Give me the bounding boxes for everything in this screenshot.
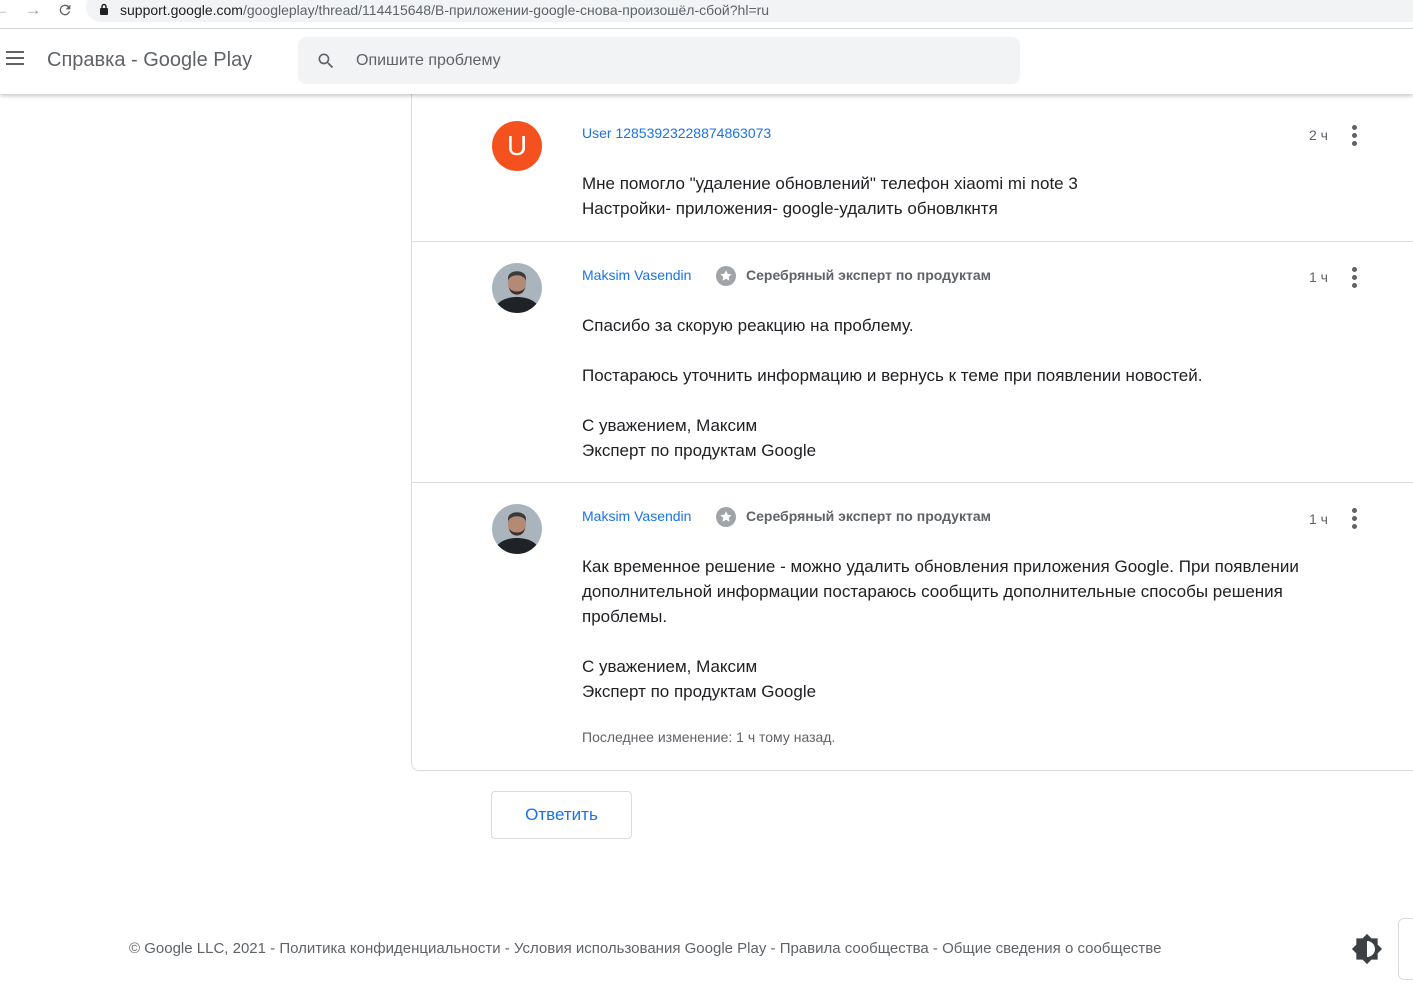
search-input[interactable] [356,37,996,84]
footer-separator: - [766,940,780,957]
last-edited-note: Последнее изменение: 1 ч тому назад. [582,729,836,745]
footer-separator: - [265,940,280,957]
reply-text-line: Настройки- приложения- google-удалить об… [582,199,998,218]
footer-link-community-overview[interactable]: Общие сведения о сообществе [942,940,1161,957]
reply-time: 1 ч [1309,511,1328,527]
reply-item: Maksim Vasendin Серебряный эксперт по пр… [412,482,1413,771]
app-header: Справка - Google Play [0,29,1413,94]
side-panel-tab[interactable] [1398,918,1413,980]
hamburger-menu-icon[interactable] [6,51,24,69]
avatar[interactable] [492,504,542,554]
footer-link-terms[interactable]: Условия использования Google Play [514,940,766,957]
browser-toolbar: ← → support.google.com/googleplay/thread… [0,0,1413,29]
reply-text-line: Спасибо за скорую реакцию на проблему. [582,316,914,335]
reply-text-line: Мне помогло "удаление обновлений" телефо… [582,174,1078,193]
reply-text-line: проблемы. [582,607,668,626]
reply-text-line: С уважением, Максим [582,416,758,435]
reply-item: U User 12853923228874863073 2 ч Мне помо… [412,94,1413,241]
reload-icon[interactable] [54,0,76,22]
reply-button[interactable]: Ответить [491,791,632,839]
expert-badge-label: Серебряный эксперт по продуктам [746,267,991,283]
avatar[interactable]: U [492,121,542,171]
silver-star-badge-icon [716,507,736,527]
footer-copyright: © Google LLC, 2021 [129,940,266,957]
reply-item: Maksim Vasendin Серебряный эксперт по пр… [412,241,1413,482]
silver-star-badge-icon [716,266,736,286]
more-vert-icon[interactable] [1344,125,1364,149]
reply-text-line: Постараюсь уточнить информацию и вернусь… [582,366,1203,385]
avatar[interactable] [492,263,542,313]
brightness-icon[interactable] [1351,933,1383,965]
reply-text-line: Эксперт по продуктам Google [582,441,817,460]
author-name[interactable]: User 12853923228874863073 [582,125,771,141]
url-host: support.google.com [120,2,243,18]
lock-icon [100,3,108,15]
author-name[interactable]: Maksim Vasendin [582,267,691,283]
reply-text-line: С уважением, Максим [582,657,758,676]
search-box[interactable] [298,37,1020,84]
footer-separator: - [928,940,943,957]
more-vert-icon[interactable] [1344,267,1364,291]
back-icon[interactable]: ← [0,0,12,22]
reply-time: 2 ч [1309,127,1328,143]
thread-replies: U User 12853923228874863073 2 ч Мне помо… [411,94,1413,771]
reply-time: 1 ч [1309,269,1328,285]
url-text[interactable]: support.google.com/googleplay/thread/114… [120,2,769,18]
reply-text-line: Эксперт по продуктам Google [582,682,817,701]
author-name[interactable]: Maksim Vasendin [582,508,691,524]
reply-text-line: дополнительной информации постараюсь соо… [582,582,1283,601]
footer-link-privacy[interactable]: Политика конфиденциальности [279,940,500,957]
footer: © Google LLC, 2021 - Политика конфиденци… [129,940,1161,957]
forward-icon[interactable]: → [22,0,44,22]
url-path: /googleplay/thread/114415648/В-приложени… [242,2,770,18]
more-vert-icon[interactable] [1344,508,1364,532]
footer-link-community-rules[interactable]: Правила сообщества [780,940,929,957]
page-title[interactable]: Справка - Google Play [47,49,252,72]
expert-badge-label: Серебряный эксперт по продуктам [746,508,991,524]
footer-separator: - [500,940,514,957]
reply-text-line: Как временное решение - можно удалить об… [582,557,1299,576]
search-icon[interactable] [316,51,336,71]
